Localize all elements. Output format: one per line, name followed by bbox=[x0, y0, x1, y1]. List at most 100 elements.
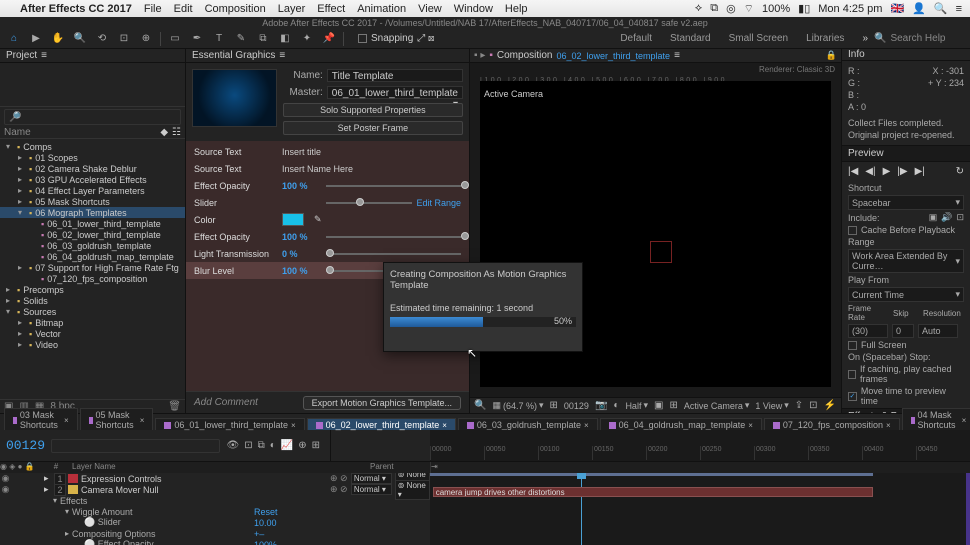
playhead[interactable] bbox=[581, 473, 582, 545]
playfrom-dropdown[interactable]: Current Time▾ bbox=[848, 287, 964, 302]
snapping-toggle[interactable]: Snapping ⤢ ⊠ bbox=[358, 33, 434, 44]
fast-preview-icon[interactable]: ⚡ bbox=[824, 400, 836, 411]
tree-item[interactable]: ▸▪01 Scopes bbox=[0, 152, 185, 163]
camera-dropdown[interactable]: Active Camera ▾ bbox=[684, 400, 750, 411]
preview-tab[interactable]: Preview bbox=[842, 145, 970, 162]
tree-item[interactable]: ▸▪02 Camera Shake Deblur bbox=[0, 163, 185, 174]
spotlight-icon[interactable]: 🔍 bbox=[934, 2, 948, 15]
frameblend-icon[interactable]: ⧉ bbox=[258, 440, 265, 451]
eg-text-input[interactable] bbox=[282, 147, 461, 157]
project-tab[interactable]: Project ≡ bbox=[0, 49, 185, 63]
include-video-icon[interactable]: ▣ bbox=[929, 212, 938, 223]
menu-layer[interactable]: Layer bbox=[278, 3, 306, 15]
eg-property-row[interactable]: Light Transmission0 % bbox=[186, 245, 469, 262]
layer-bar[interactable]: camera jump drives other distortions bbox=[433, 487, 873, 497]
eg-tab[interactable]: Essential Graphics ≡ bbox=[186, 49, 469, 63]
timeline-tab[interactable]: 03 Mask Shortcuts× bbox=[4, 408, 78, 430]
tree-item[interactable]: ▸▪03 GPU Accelerated Effects bbox=[0, 174, 185, 185]
range-dropdown[interactable]: Work Area Extended By Curre…▾ bbox=[848, 249, 964, 273]
workspace-smallscreen[interactable]: Small Screen bbox=[729, 33, 788, 44]
eg-poster-button[interactable]: Set Poster Frame bbox=[283, 121, 463, 135]
tree-item[interactable]: ▪06_02_lower_third_template bbox=[0, 229, 185, 240]
panbehind-tool-icon[interactable]: ⊕ bbox=[138, 31, 154, 47]
views-dropdown[interactable]: 1 View ▾ bbox=[755, 400, 788, 411]
name-column[interactable]: Name bbox=[4, 127, 160, 138]
eg-slider[interactable] bbox=[326, 236, 461, 238]
eg-name-input[interactable]: Title Template bbox=[327, 69, 463, 82]
timeline-tab[interactable]: 06_03_goldrush_template× bbox=[458, 418, 598, 430]
expand-icon[interactable]: ⊞ bbox=[312, 440, 320, 451]
tree-item[interactable]: ▸▪05 Mask Shortcuts bbox=[0, 196, 185, 207]
next-frame-icon[interactable]: |▶ bbox=[897, 166, 907, 177]
tree-item[interactable]: ▸▪Bitmap bbox=[0, 317, 185, 328]
timeline-tab[interactable]: 07_120_fps_composition× bbox=[764, 418, 900, 430]
workspace-more[interactable]: » bbox=[862, 33, 868, 44]
rotate-tool-icon[interactable]: ⟲ bbox=[94, 31, 110, 47]
eg-property-row[interactable]: Effect Opacity100 % bbox=[186, 228, 469, 245]
timeline-property[interactable]: ▾Wiggle AmountReset bbox=[0, 506, 330, 517]
type-tool-icon[interactable]: T bbox=[211, 31, 227, 47]
timeline-search[interactable] bbox=[51, 439, 220, 453]
channel-icon[interactable]: ◐ bbox=[613, 400, 619, 411]
menu-animation[interactable]: Animation bbox=[357, 3, 406, 15]
tree-item[interactable]: ▾▪Sources bbox=[0, 306, 185, 317]
res-field[interactable]: Auto bbox=[918, 324, 958, 338]
tree-item[interactable]: ▸▪Solids bbox=[0, 295, 185, 306]
brain-icon[interactable]: ⊕ bbox=[298, 440, 306, 451]
camera-tool-icon[interactable]: ⊡ bbox=[116, 31, 132, 47]
edit-range-link[interactable]: Edit Range bbox=[416, 198, 461, 208]
battery-icon[interactable]: ▮▯ bbox=[798, 2, 810, 15]
bluetooth-icon[interactable]: ⟡ bbox=[695, 2, 702, 15]
eg-export-button[interactable]: Export Motion Graphics Template... bbox=[303, 396, 461, 410]
puppet-tool-icon[interactable]: 📌 bbox=[321, 31, 337, 47]
tree-item[interactable]: ▪06_01_lower_third_template bbox=[0, 218, 185, 229]
lock-icon[interactable]: 🔒 bbox=[826, 50, 837, 61]
project-tree[interactable]: ▾▪Comps▸▪01 Scopes▸▪02 Camera Shake Debl… bbox=[0, 139, 185, 399]
eg-slider[interactable] bbox=[326, 185, 461, 187]
clock[interactable]: Mon 4:25 pm bbox=[818, 3, 882, 15]
tree-item[interactable]: ▸▪04 Effect Layer Parameters bbox=[0, 185, 185, 196]
brush-tool-icon[interactable]: ✎ bbox=[233, 31, 249, 47]
tree-item[interactable]: ▸▪Video bbox=[0, 339, 185, 350]
draft3d-icon[interactable]: ⊡ bbox=[244, 440, 252, 451]
include-audio-icon[interactable]: 🔊 bbox=[941, 212, 952, 223]
pixel-icon[interactable]: ⊡ bbox=[809, 400, 817, 411]
movetime-checkbox[interactable]: ✓Move time to preview time bbox=[848, 386, 964, 406]
shy-icon[interactable]: 👁 bbox=[226, 440, 239, 451]
cacheplay-checkbox[interactable]: If caching, play cached frames bbox=[848, 364, 964, 384]
hand-tool-icon[interactable]: ✋ bbox=[50, 31, 66, 47]
menu-file[interactable]: File bbox=[144, 3, 162, 15]
resolution-dropdown[interactable]: Half ▾ bbox=[625, 400, 648, 411]
first-frame-icon[interactable]: |◀ bbox=[848, 166, 858, 177]
layer-name-header[interactable]: Layer Name bbox=[68, 462, 330, 473]
timeline-tab[interactable]: 06_02_lower_third_template× bbox=[307, 418, 456, 430]
guide-rectangle[interactable] bbox=[650, 241, 672, 263]
timeline-tab[interactable]: 05 Mask Shortcuts× bbox=[80, 408, 154, 430]
renderer-label[interactable]: Renderer: Classic 3D bbox=[759, 65, 835, 74]
eg-property-row[interactable]: Source Text bbox=[186, 160, 469, 177]
eg-property-row[interactable]: Effect Opacity100 % bbox=[186, 177, 469, 194]
tree-item[interactable]: ▪07_120_fps_composition bbox=[0, 273, 185, 284]
app-name[interactable]: After Effects CC 2017 bbox=[20, 3, 132, 15]
timeline-layer[interactable]: ◉▸1Expression Controls bbox=[0, 473, 330, 484]
menu-effect[interactable]: Effect bbox=[317, 3, 345, 15]
motionblur-icon[interactable]: ◐ bbox=[270, 440, 276, 451]
search-column-icon[interactable]: ☷ bbox=[172, 127, 181, 138]
framerate-field[interactable]: (30) bbox=[848, 324, 888, 338]
comp-tab[interactable]: ▪ ▸ ▪ Composition 06_02_lower_third_temp… bbox=[470, 49, 841, 63]
workspace-libraries[interactable]: Libraries bbox=[806, 33, 844, 44]
timeline-tab[interactable]: 06_04_goldrush_map_template× bbox=[600, 418, 762, 430]
tree-item[interactable]: ▾▪Comps bbox=[0, 141, 185, 152]
timeline-layer[interactable]: ◉▸2Camera Mover Null bbox=[0, 484, 330, 495]
last-frame-icon[interactable]: ▶| bbox=[915, 166, 925, 177]
user-icon[interactable]: 👤 bbox=[912, 2, 926, 15]
current-timecode[interactable]: 00129 bbox=[6, 438, 45, 453]
cache-checkbox[interactable]: Cache Before Playback bbox=[848, 225, 964, 235]
timeline-property[interactable]: ⚪ Effect Opacity100% bbox=[0, 539, 330, 545]
timeline-track-area[interactable]: camera jump drives other distortions bbox=[430, 473, 970, 545]
timeline-layer-list[interactable]: ◉▸1Expression Controls◉▸2Camera Mover Nu… bbox=[0, 473, 330, 545]
menu-view[interactable]: View bbox=[418, 3, 442, 15]
shortcut-dropdown[interactable]: Spacebar▾ bbox=[848, 195, 964, 210]
timeline-tab[interactable]: 04 Mask Shortcuts× bbox=[902, 408, 970, 430]
trash-icon[interactable]: 🗑 bbox=[168, 401, 181, 412]
